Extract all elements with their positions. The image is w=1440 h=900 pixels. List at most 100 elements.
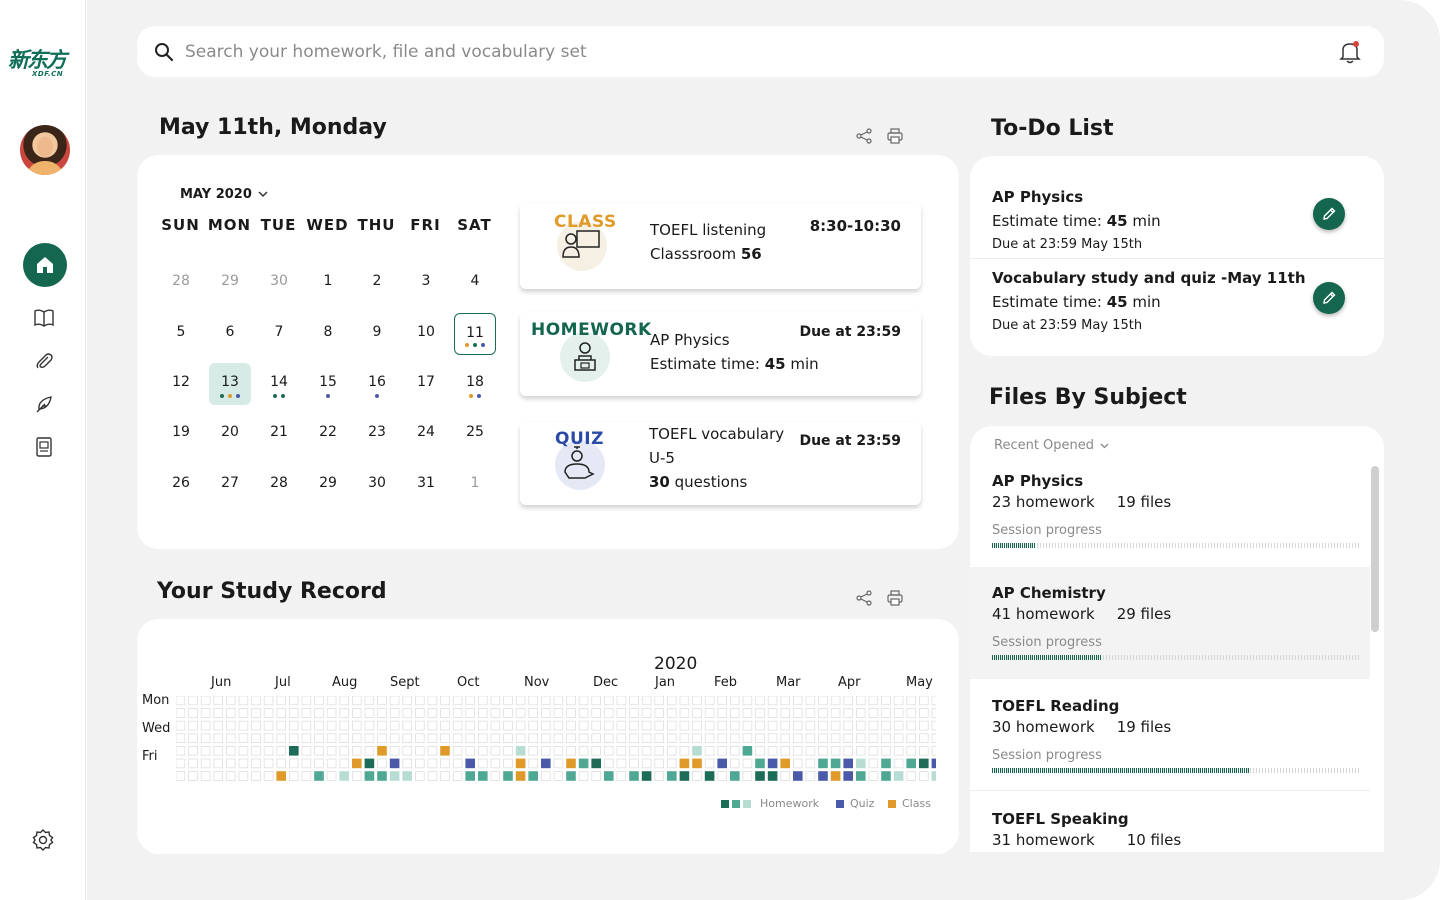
calendar-day[interactable]: 31 [405, 464, 447, 506]
heatmap-cell [440, 696, 450, 706]
calendar-day[interactable]: 7 [258, 313, 300, 355]
heatmap-cell [238, 720, 249, 731]
calendar-day[interactable]: 16 [356, 363, 398, 405]
heatmap-cell [553, 758, 564, 769]
heatmap-cell [603, 746, 614, 756]
edit-pencil-icon[interactable] [1313, 198, 1345, 230]
heatmap-cell [276, 746, 287, 756]
calendar-day[interactable]: 19 [160, 413, 202, 455]
calendar-day-number: 24 [417, 424, 435, 440]
heatmap-cell [377, 758, 387, 769]
file-subject-item[interactable]: TOEFL Speaking 31 homework 10 files [970, 792, 1370, 852]
calendar-day[interactable]: 8 [307, 313, 349, 355]
files-scrollbar[interactable] [1371, 466, 1379, 632]
heatmap-cell [314, 733, 324, 743]
todo-item[interactable]: AP Physics Estimate time: 45 min Due at … [992, 185, 1161, 257]
heatmap-cell [578, 746, 589, 756]
heatmap-cell [843, 758, 853, 769]
calendar-day[interactable]: 4 [454, 262, 496, 304]
heatmap-cell [931, 696, 936, 706]
avatar[interactable] [20, 125, 70, 175]
calendar-day[interactable]: 15 [307, 363, 349, 405]
calendar-day[interactable]: 14 [258, 363, 300, 405]
calendar-day[interactable]: 27 [209, 464, 251, 506]
heatmap-cell [793, 708, 803, 718]
settings-gear-icon[interactable] [31, 828, 55, 852]
event-card-quiz[interactable]: QUIZ TOEFL vocabulary U-5 30 questions D… [520, 422, 921, 505]
heatmap-cell [326, 696, 337, 706]
event-card-homework[interactable]: HOMEWORK AP Physics Estimate time: 45 mi… [520, 312, 921, 396]
heatmap-cell [427, 708, 438, 718]
heatmap-cell [654, 733, 664, 743]
book-icon[interactable] [33, 307, 55, 329]
heatmap-cell [528, 758, 538, 769]
calendar-day[interactable]: 1 [454, 464, 496, 506]
calendar-day-number: 22 [319, 424, 337, 440]
calendar-day[interactable]: 5 [160, 313, 202, 355]
heatmap-cell [251, 771, 261, 781]
file-subject-item[interactable]: AP Chemistry 41 homework 29 files Session… [970, 567, 1370, 679]
share-icon[interactable] [855, 589, 873, 607]
file-subject-item[interactable]: TOEFL Reading 30 homework 19 files Sessio… [970, 679, 1370, 791]
calendar-day[interactable]: 21 [258, 413, 300, 455]
heatmap-cell [830, 771, 841, 781]
calendar-day[interactable]: 24 [405, 413, 447, 455]
heatmap-month-label: Feb [714, 675, 738, 690]
search-bar [137, 26, 1384, 77]
calendar-day[interactable]: 12 [160, 363, 202, 405]
feather-icon[interactable] [33, 393, 55, 415]
paperclip-icon[interactable] [33, 350, 55, 372]
calendar-day[interactable]: 23 [356, 413, 398, 455]
edit-pencil-icon[interactable] [1313, 282, 1345, 314]
calendar-day[interactable]: 29 [209, 262, 251, 304]
calendar-day[interactable]: 17 [405, 363, 447, 405]
heatmap-cell [176, 720, 186, 731]
calendar-day[interactable]: 20 [209, 413, 251, 455]
calendar-day[interactable]: 26 [160, 464, 202, 506]
heatmap-cell [251, 708, 261, 718]
calendar-day[interactable]: 25 [454, 413, 496, 455]
weekday-label: THU [357, 216, 396, 234]
calendar-day-number: 4 [470, 273, 480, 289]
calendar-day[interactable]: 1 [307, 262, 349, 304]
heatmap-cell [805, 696, 816, 706]
search-input[interactable] [185, 36, 1285, 68]
todo-item[interactable]: Vocabulary study and quiz -May 11th Esti… [992, 266, 1306, 338]
calendar-day[interactable]: 22 [307, 413, 349, 455]
calendar-day[interactable]: 3 [405, 262, 447, 304]
calendar-day[interactable]: 29 [307, 464, 349, 506]
month-selector[interactable]: MAY 2020 [180, 187, 268, 202]
calendar-day[interactable]: 18 [454, 363, 496, 405]
heatmap-cell [200, 696, 211, 706]
print-icon[interactable] [886, 589, 904, 607]
heatmap-cell [351, 746, 362, 756]
calendar-day[interactable]: 2 [356, 262, 398, 304]
file-subject-item[interactable]: AP Physics 23 homework 19 files Session p… [970, 455, 1370, 567]
calendar-day[interactable]: 30 [258, 262, 300, 304]
chevron-down-icon [1100, 443, 1109, 448]
event-card-class[interactable]: CLASS TOEFL listening Classsroom 56 8:30… [520, 203, 921, 289]
calendar-day-number: 10 [417, 324, 435, 340]
calendar-day[interactable]: 30 [356, 464, 398, 506]
calendar-day[interactable]: 13 [209, 363, 251, 405]
calendar-day[interactable]: 10 [405, 313, 447, 355]
home-icon[interactable] [23, 243, 67, 287]
calendar-day[interactable]: 6 [209, 313, 251, 355]
heatmap-cell [767, 746, 778, 756]
heatmap-cell [654, 771, 664, 781]
search-icon[interactable] [154, 42, 174, 62]
heatmap-cell [465, 771, 475, 781]
sort-dropdown[interactable]: Recent Opened [994, 438, 1109, 453]
notebook-icon[interactable] [33, 436, 55, 458]
brand-logo[interactable]: 新东方 XDF.CN [8, 48, 78, 82]
calendar-day-number: 31 [417, 475, 435, 491]
share-icon[interactable] [855, 127, 873, 145]
event-due: Due at 23:59 [799, 433, 901, 449]
print-icon[interactable] [886, 127, 904, 145]
calendar-day[interactable]: 28 [160, 262, 202, 304]
calendar-day[interactable]: 9 [356, 313, 398, 355]
notification-bell-icon[interactable] [1339, 40, 1361, 64]
heatmap-cell [767, 708, 778, 718]
calendar-day[interactable]: 11 [454, 313, 496, 355]
calendar-day[interactable]: 28 [258, 464, 300, 506]
